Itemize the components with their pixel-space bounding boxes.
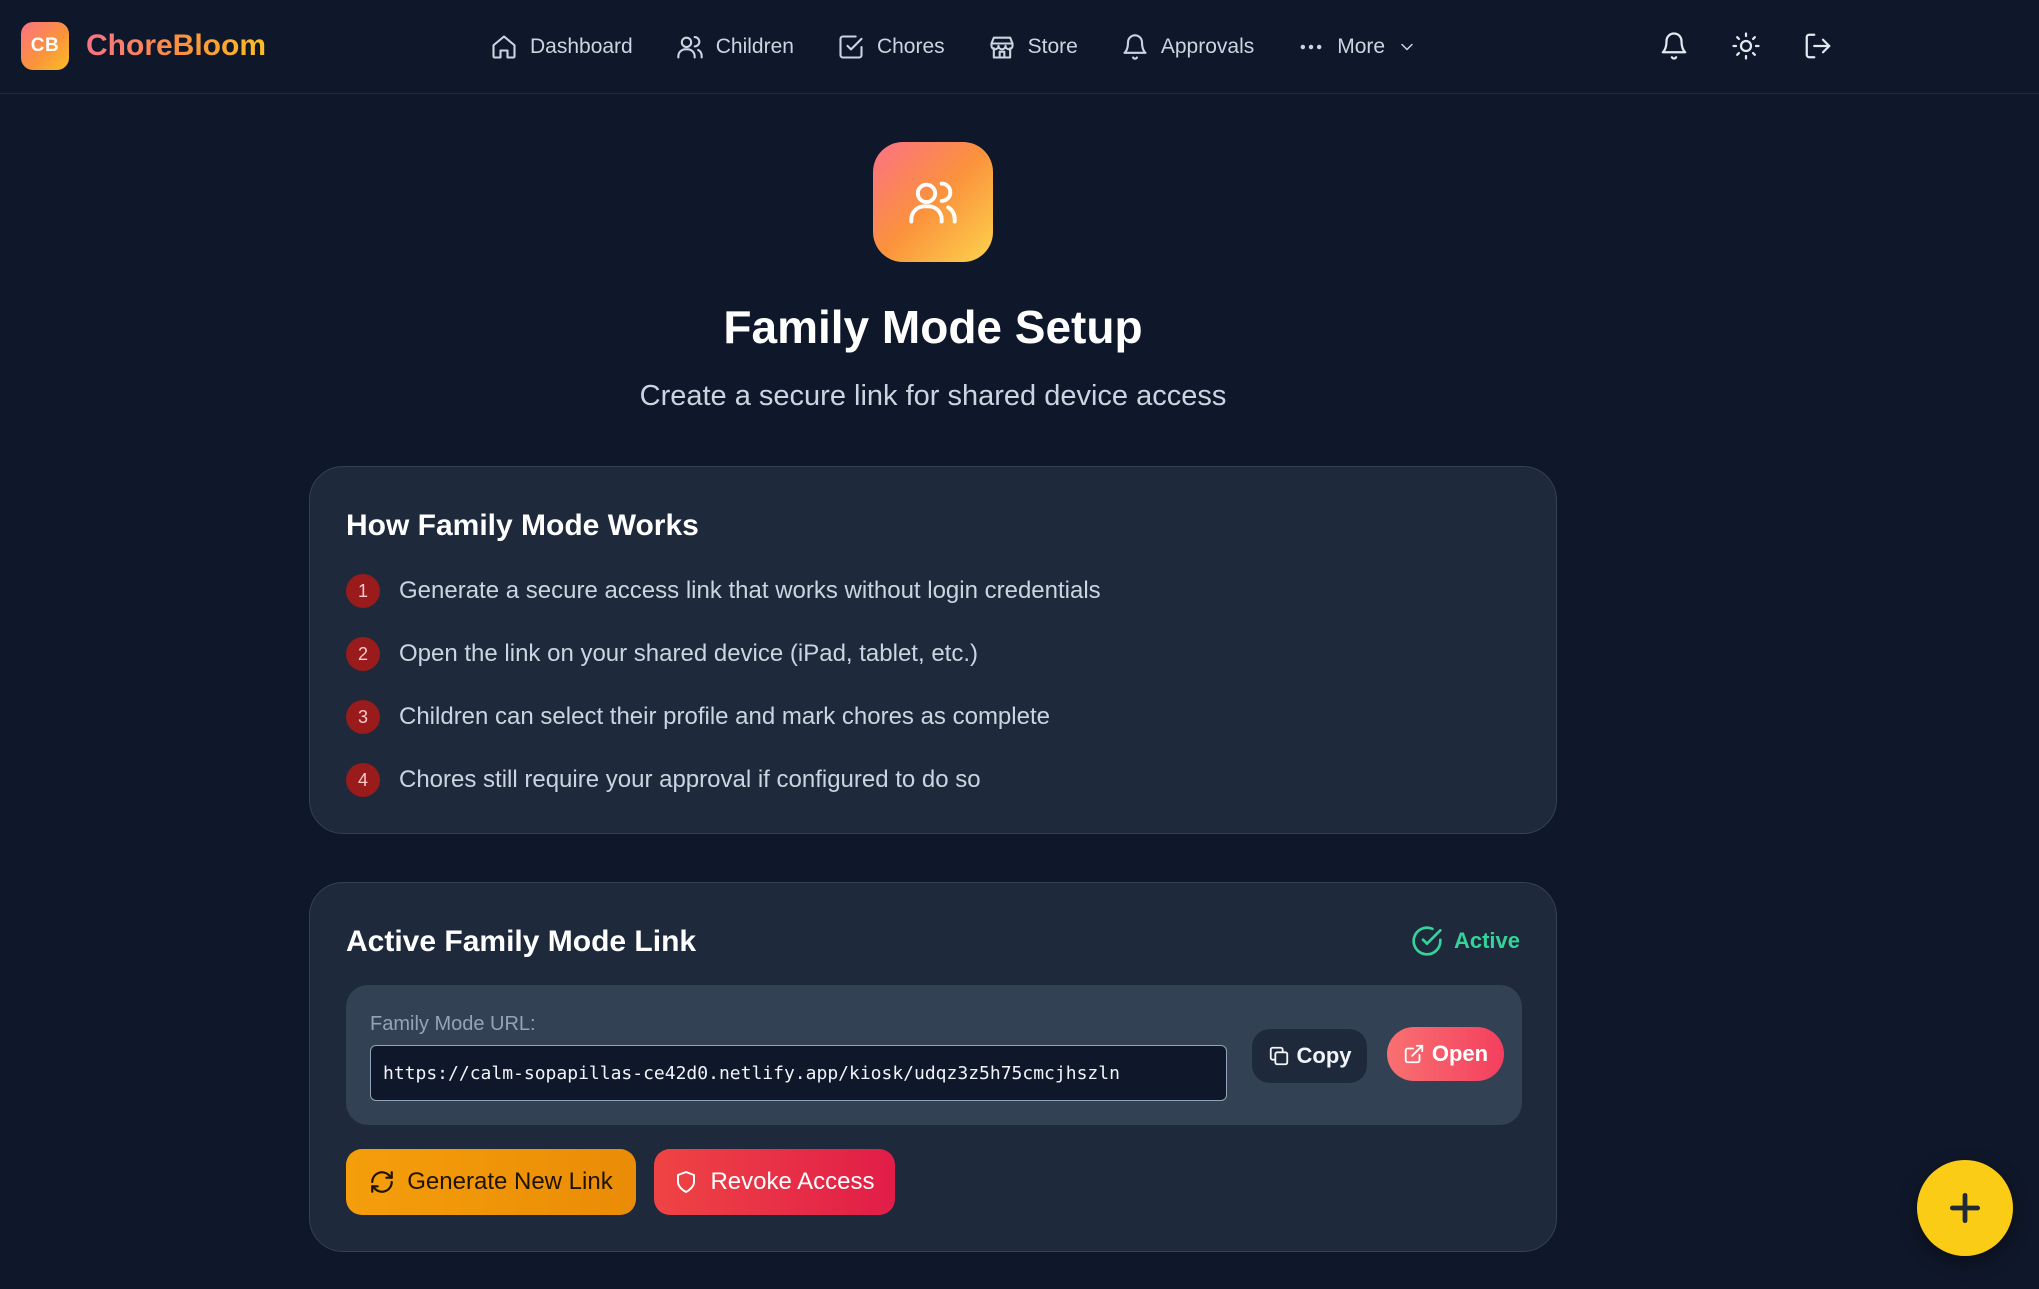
notifications-button[interactable] <box>1656 28 1692 64</box>
card-title: How Family Mode Works <box>346 509 699 542</box>
revoke-access-button[interactable]: Revoke Access <box>654 1149 895 1215</box>
nav-label: More <box>1337 35 1386 58</box>
add-fab-button[interactable] <box>1917 1160 2013 1256</box>
open-button[interactable]: Open <box>1387 1027 1504 1081</box>
users-icon <box>677 36 703 59</box>
shield-icon <box>677 1171 696 1193</box>
top-navbar: CB ChoreBloom Dashboard Children Chores … <box>0 0 2039 94</box>
card-title: Active Family Mode Link <box>346 925 697 958</box>
how-it-works-card: How Family Mode Works 1 Generate a secur… <box>309 466 1557 834</box>
status-badge: Active <box>1411 925 1520 957</box>
bell-icon <box>1123 34 1147 60</box>
store-icon <box>990 36 1014 59</box>
list-item: 4 Chores still require your approval if … <box>346 762 1101 798</box>
nav-item-store[interactable]: Store <box>988 27 1078 67</box>
notifications-bell-icon <box>1661 32 1687 60</box>
theme-toggle-button[interactable] <box>1728 28 1764 64</box>
step-number: 2 <box>346 637 380 671</box>
logout-icon <box>1805 33 1831 59</box>
refresh-icon <box>371 1171 394 1193</box>
step-text: Chores still require your approval if co… <box>399 766 981 793</box>
nav-label: Approvals <box>1160 35 1255 58</box>
active-link-card: Active Family Mode Link Active Family Mo… <box>309 882 1557 1252</box>
list-item: 1 Generate a secure access link that wor… <box>346 573 1101 609</box>
generate-label: Generate New Link <box>407 1168 613 1195</box>
chevron-down-icon <box>1401 43 1413 51</box>
nav-label: Children <box>715 35 794 58</box>
steps-list: 1 Generate a secure access link that wor… <box>346 573 1101 825</box>
nav-item-children[interactable]: Children <box>676 27 794 67</box>
status-label: Active <box>1453 928 1520 953</box>
hero-badge <box>873 142 993 262</box>
family-mode-url-input[interactable] <box>370 1045 1227 1101</box>
copy-label: Copy <box>1296 1043 1352 1068</box>
open-label: Open <box>1431 1041 1489 1066</box>
generate-new-link-button[interactable]: Generate New Link <box>346 1149 636 1215</box>
step-text: Children can select their profile and ma… <box>399 703 1050 730</box>
dots-icon <box>1300 44 1322 50</box>
brand[interactable]: CB ChoreBloom <box>21 22 266 70</box>
nav-item-chores[interactable]: Chores <box>837 27 945 67</box>
theme-sun-icon <box>1732 32 1760 60</box>
users-icon <box>909 181 957 224</box>
main-nav: Dashboard Children Chores Store Approval… <box>490 27 1460 67</box>
home-icon <box>492 35 516 59</box>
step-text: Open the link on your shared device (iPa… <box>399 640 978 667</box>
brand-name: ChoreBloom <box>86 29 266 62</box>
checkbox-icon <box>839 35 863 59</box>
copy-icon <box>1269 1046 1288 1066</box>
step-number: 1 <box>346 574 380 608</box>
plus-icon <box>1949 1192 1981 1224</box>
step-number: 4 <box>346 763 380 797</box>
step-number: 3 <box>346 700 380 734</box>
nav-item-approvals[interactable]: Approvals <box>1121 27 1254 67</box>
list-item: 2 Open the link on your shared device (i… <box>346 636 1101 672</box>
list-item: 3 Children can select their profile and … <box>346 699 1101 735</box>
page-subtitle: Create a secure link for shared device a… <box>639 380 1227 412</box>
nav-item-dashboard[interactable]: Dashboard <box>490 27 633 67</box>
header-actions <box>1656 28 1872 64</box>
url-panel: Family Mode URL: Copy Open <box>346 985 1522 1125</box>
url-label: Family Mode URL: <box>370 1013 536 1035</box>
logout-button[interactable] <box>1800 28 1836 64</box>
step-text: Generate a secure access link that works… <box>399 577 1101 604</box>
copy-button[interactable]: Copy <box>1252 1029 1367 1083</box>
nav-label: Chores <box>876 35 945 58</box>
external-link-icon <box>1404 1044 1424 1064</box>
revoke-label: Revoke Access <box>710 1168 875 1195</box>
check-circle-icon <box>1412 926 1442 956</box>
page-title: Family Mode Setup <box>723 301 1143 353</box>
nav-label: Store <box>1027 35 1078 58</box>
nav-label: Dashboard <box>530 35 633 58</box>
brand-logo-badge: CB <box>21 22 69 70</box>
nav-item-more[interactable]: More <box>1297 27 1417 67</box>
